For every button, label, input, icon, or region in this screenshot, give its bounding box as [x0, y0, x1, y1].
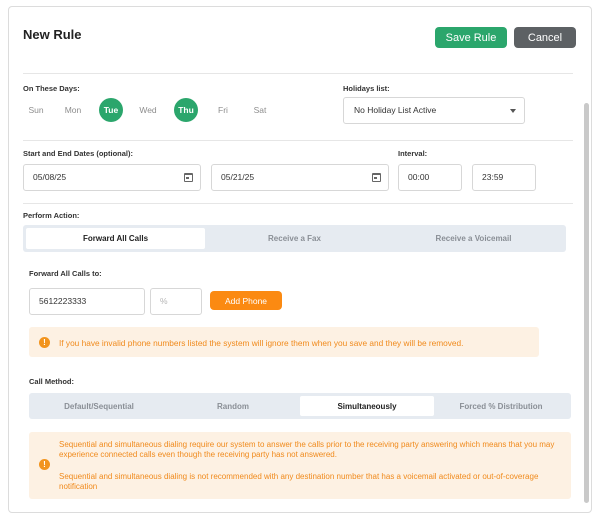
cancel-button[interactable]: Cancel: [514, 27, 576, 48]
divider: [23, 140, 573, 141]
forward-label: Forward All Calls to:: [29, 269, 102, 278]
warning-text: If you have invalid phone numbers listed…: [59, 338, 464, 348]
divider: [23, 73, 573, 74]
tab-receive-voicemail[interactable]: Receive a Voicemail: [384, 228, 563, 249]
day-fri[interactable]: Fri: [211, 98, 235, 122]
holidays-select[interactable]: No Holiday List Active: [343, 97, 525, 124]
action-tabs: Forward All Calls Receive a Fax Receive …: [23, 225, 566, 252]
start-date-input[interactable]: 05/08/25: [23, 164, 201, 191]
option-forced-distribution[interactable]: Forced % Distribution: [434, 396, 568, 416]
day-sun[interactable]: Sun: [24, 98, 48, 122]
option-default-sequential[interactable]: Default/Sequential: [32, 396, 166, 416]
percent-input[interactable]: %: [150, 288, 202, 315]
dialing-info-text-1: Sequential and simultaneous dialing requ…: [59, 440, 555, 459]
rule-dialog: New Rule Save Rule Cancel On These Days:…: [8, 6, 592, 513]
add-phone-button[interactable]: Add Phone: [210, 291, 282, 310]
days-label: On These Days:: [23, 84, 80, 93]
invalid-numbers-warning: ! If you have invalid phone numbers list…: [29, 327, 539, 357]
day-sat[interactable]: Sat: [248, 98, 272, 122]
dialing-info-text-2: Sequential and simultaneous dialing is n…: [59, 472, 539, 491]
save-rule-button[interactable]: Save Rule: [435, 27, 507, 48]
holidays-value: No Holiday List Active: [354, 105, 437, 115]
call-method-label: Call Method:: [29, 377, 74, 386]
calendar-icon[interactable]: [184, 173, 193, 182]
calendar-icon[interactable]: [372, 173, 381, 182]
page-title: New Rule: [23, 27, 82, 42]
divider: [23, 203, 573, 204]
tab-receive-fax[interactable]: Receive a Fax: [205, 228, 384, 249]
dialing-info-warning: ! Sequential and simultaneous dialing re…: [29, 432, 571, 499]
tab-forward-all-calls[interactable]: Forward All Calls: [26, 228, 205, 249]
day-thu[interactable]: Thu: [174, 98, 198, 122]
start-date-value: 05/08/25: [33, 172, 67, 182]
warning-icon: !: [39, 459, 50, 470]
option-simultaneously[interactable]: Simultaneously: [300, 396, 434, 416]
day-tue[interactable]: Tue: [99, 98, 123, 122]
warning-icon: !: [39, 337, 50, 348]
interval-label: Interval:: [398, 149, 428, 158]
end-date-value: 05/21/25: [221, 172, 255, 182]
option-random[interactable]: Random: [166, 396, 300, 416]
call-method-options: Default/Sequential Random Simultaneously…: [29, 393, 571, 419]
action-label: Perform Action:: [23, 211, 80, 220]
day-mon[interactable]: Mon: [61, 98, 85, 122]
holidays-label: Holidays list:: [343, 84, 390, 93]
scrollbar[interactable]: [584, 103, 589, 503]
end-date-input[interactable]: 05/21/25: [211, 164, 389, 191]
day-wed[interactable]: Wed: [136, 98, 160, 122]
phone-input[interactable]: 5612223333: [29, 288, 145, 315]
chevron-down-icon: [510, 109, 516, 113]
interval-start-input[interactable]: 00:00: [398, 164, 462, 191]
dates-label: Start and End Dates (optional):: [23, 149, 134, 158]
interval-end-input[interactable]: 23:59: [472, 164, 536, 191]
